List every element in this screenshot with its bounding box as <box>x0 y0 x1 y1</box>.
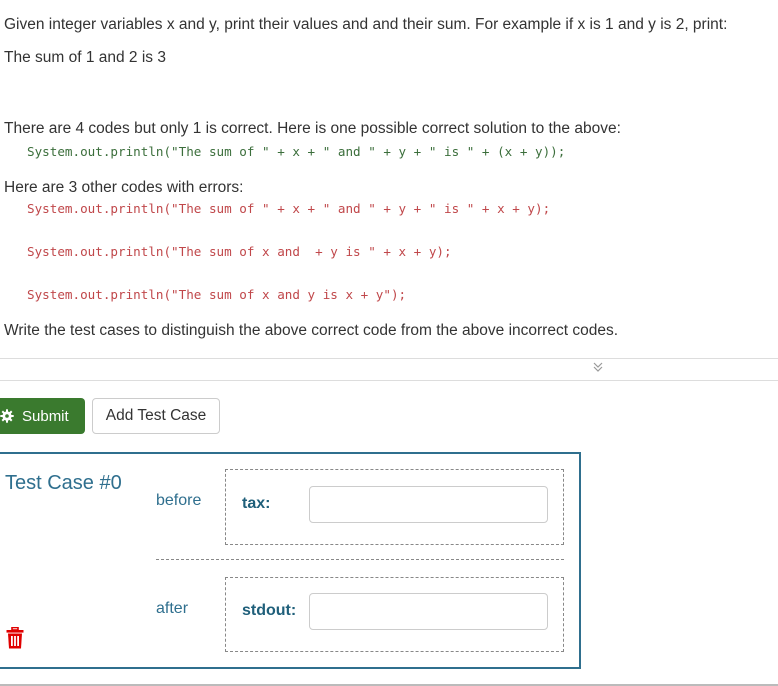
add-test-case-button[interactable]: Add Test Case <box>92 398 220 434</box>
wrong-code-1: System.out.println("The sum of " + x + "… <box>27 201 551 216</box>
after-label: after <box>156 600 189 617</box>
collapse-toggle-bar[interactable] <box>0 358 778 381</box>
gear-icon <box>0 409 14 423</box>
wrong-code-3: System.out.println("The sum of x and y i… <box>27 287 407 302</box>
stdout-field-label: stdout: <box>242 602 297 619</box>
before-label: before <box>156 492 202 509</box>
problem-intro: Given integer variables x and y, print t… <box>4 16 728 33</box>
tax-input[interactable] <box>309 486 548 523</box>
test-case-title: Test Case #0 <box>5 472 122 494</box>
correct-code: System.out.println("The sum of " + x + "… <box>27 144 566 159</box>
instruction: Write the test cases to distinguish the … <box>4 322 618 339</box>
submit-button[interactable]: Submit <box>0 398 85 434</box>
section-divider <box>156 559 564 560</box>
stdout-input[interactable] <box>309 593 548 630</box>
chevron-double-down-icon[interactable] <box>593 361 603 377</box>
wrong-code-2: System.out.println("The sum of x and + y… <box>27 244 452 259</box>
tax-field-label: tax: <box>242 495 271 512</box>
trash-icon[interactable] <box>6 626 24 649</box>
errors-intro: Here are 3 other codes with errors: <box>4 179 244 196</box>
codes-intro: There are 4 codes but only 1 is correct.… <box>4 120 621 137</box>
example-output: The sum of 1 and 2 is 3 <box>4 49 166 66</box>
submit-label: Submit <box>22 407 69 425</box>
